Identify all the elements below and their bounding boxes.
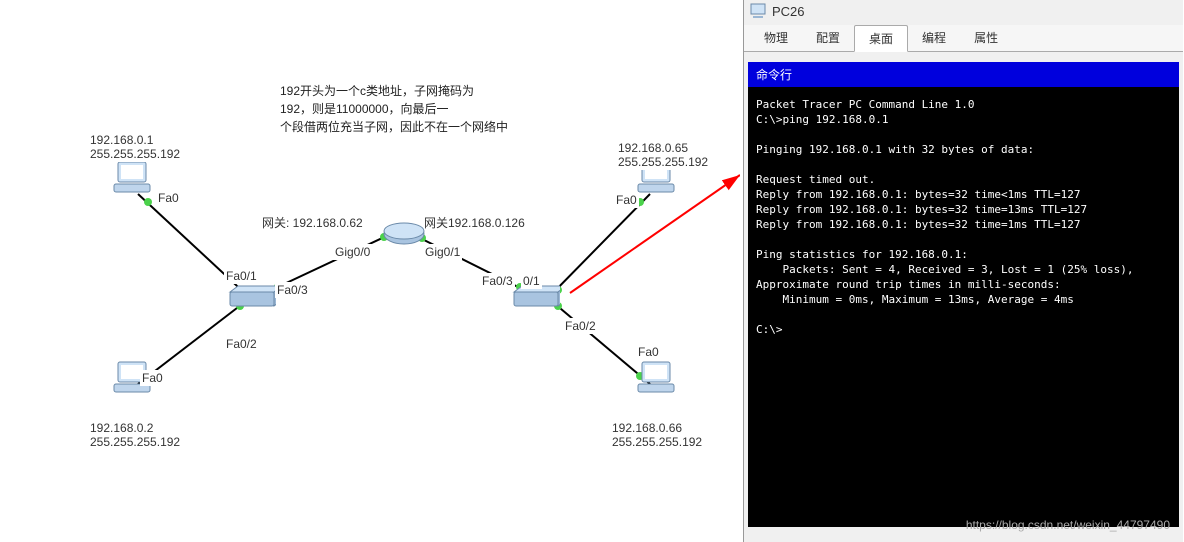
router-icon[interactable] bbox=[382, 222, 426, 246]
note-line2: 192，则是11000000，向最后一 bbox=[280, 100, 508, 118]
panel-titlebar: PC26 bbox=[744, 0, 1183, 25]
tab-programming[interactable]: 编程 bbox=[908, 25, 960, 51]
sw-left-fa03: Fa0/3 bbox=[275, 282, 310, 298]
gateway-right-label: 网关192.168.0.126 bbox=[422, 215, 527, 231]
pc-tr-mask: 255.255.255.192 bbox=[616, 154, 710, 170]
pc-bottom-right-icon[interactable] bbox=[636, 360, 676, 396]
pc-bl-port: Fa0 bbox=[140, 370, 165, 386]
router-port-g01: Gig0/1 bbox=[423, 244, 462, 260]
panel-tabs: 物理 配置 桌面 编程 属性 bbox=[744, 25, 1183, 52]
tab-physical[interactable]: 物理 bbox=[750, 25, 802, 51]
note-line1: 192开头为一个c类地址，子网掩码为 bbox=[280, 82, 508, 100]
pc-br-mask: 255.255.255.192 bbox=[610, 434, 704, 450]
pc-tl-port: Fa0 bbox=[156, 190, 181, 206]
panel-title: PC26 bbox=[772, 4, 805, 19]
pc-br-port: Fa0 bbox=[636, 344, 661, 360]
sw-right-fa02: Fa0/2 bbox=[563, 318, 598, 334]
watermark: https://blog.csdn.net/weixin_44797490 bbox=[966, 518, 1170, 532]
tab-desktop[interactable]: 桌面 bbox=[854, 25, 908, 52]
pc-tr-port: Fa0 bbox=[614, 192, 639, 208]
terminal-title: 命令行 bbox=[748, 62, 1179, 87]
pc-bl-mask: 255.255.255.192 bbox=[88, 434, 182, 450]
sw-left-fa02: Fa0/2 bbox=[224, 336, 259, 352]
pc-config-panel: PC26 物理 配置 桌面 编程 属性 命令行 Packet Tracer PC… bbox=[743, 0, 1183, 542]
sw-left-fa01: Fa0/1 bbox=[224, 268, 259, 284]
sw-right-fa03: Fa0/3 bbox=[480, 273, 515, 289]
pc-tl-mask: 255.255.255.192 bbox=[88, 146, 182, 162]
tab-config[interactable]: 配置 bbox=[802, 25, 854, 51]
note-line3: 个段借两位充当子网，因此不在一个网络中 bbox=[280, 118, 508, 136]
terminal-output[interactable]: Packet Tracer PC Command Line 1.0 C:\>pi… bbox=[748, 87, 1179, 527]
pc-icon bbox=[750, 3, 766, 19]
sw-right-fa01: 0/1 bbox=[521, 273, 542, 289]
tab-attributes[interactable]: 属性 bbox=[960, 25, 1012, 51]
switch-left-icon[interactable] bbox=[228, 284, 276, 312]
network-diagram: 192开头为一个c类地址，子网掩码为 192，则是11000000，向最后一 个… bbox=[0, 0, 740, 542]
gateway-left-label: 网关: 192.168.0.62 bbox=[260, 215, 365, 231]
pc-top-left-icon[interactable] bbox=[112, 160, 152, 196]
router-port-g00: Gig0/0 bbox=[333, 244, 372, 260]
subnet-note: 192开头为一个c类地址，子网掩码为 192，则是11000000，向最后一 个… bbox=[280, 82, 508, 136]
